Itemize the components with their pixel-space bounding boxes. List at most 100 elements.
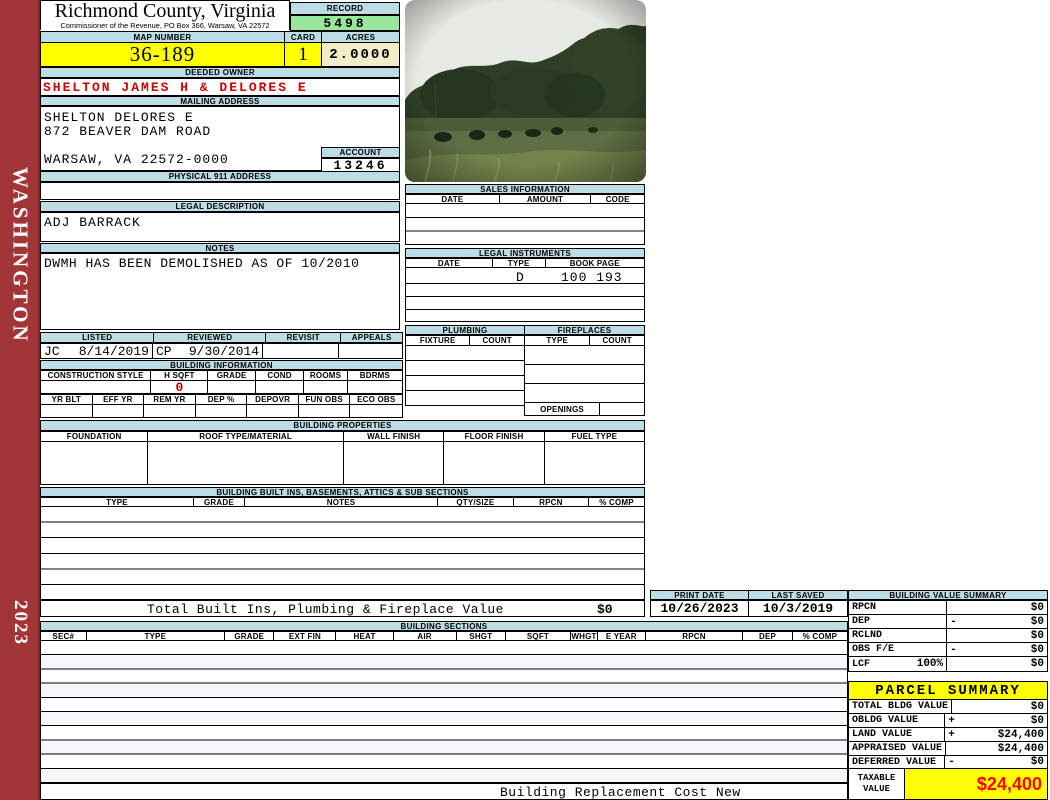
county-title: Richmond County, Virginia — [54, 0, 276, 22]
built-ins-total-row: Total Built Ins, Plumbing & Fireplace Va… — [40, 600, 645, 617]
notes-box: DWMH HAS BEEN DEMOLISHED AS OF 10/2010 — [40, 253, 400, 330]
legal-description-box: ADJ BARRACK — [40, 212, 400, 242]
parcel-row-obldg: OBLDG VALUE + $0 — [848, 713, 1048, 728]
legal-description-label: LEGAL DESCRIPTION — [40, 201, 400, 212]
notes-value: DWMH HAS BEEN DEMOLISHED AS OF 10/2010 — [44, 256, 360, 271]
yr-blt-value — [40, 404, 93, 418]
parcel-total-bldg-label: TOTAL BLDG VALUE — [852, 701, 949, 712]
property-photo — [405, 0, 646, 182]
building-info-values-1: 0 — [40, 380, 403, 395]
mailing-line-2: 872 BEAVER DAM ROAD — [44, 124, 212, 139]
taxable-value-row: TAXABLE VALUE $24,400 — [848, 768, 1048, 800]
deeded-owner-label: DEEDED OWNER — [40, 67, 400, 78]
building-properties-values — [40, 441, 646, 485]
notes-label: NOTES — [40, 243, 400, 253]
bvs-rpcn-label: RPCN — [852, 602, 877, 613]
reviewed-by: CP — [155, 343, 172, 359]
bvs-lcf-pct: 100% — [916, 658, 944, 670]
fun-obs-value — [297, 404, 351, 418]
rem-yr-value — [143, 404, 196, 418]
bvs-lcf-value: $0 — [1030, 658, 1044, 670]
map-number-value: 36-189 — [40, 42, 285, 67]
print-date-label: PRINT DATE — [650, 590, 749, 600]
mailing-address-label: MAILING ADDRESS — [40, 96, 400, 106]
listed-date: 8/14/2019 — [78, 343, 149, 359]
parcel-row-appraised: APPRAISED VALUE $24,400 — [848, 741, 1048, 756]
listed-cell: JC 8/14/2019 — [40, 343, 153, 359]
sidebar-county-text: WASHINGTON — [8, 166, 33, 344]
cond-value — [254, 380, 305, 394]
review-value-row: JC 8/14/2019 CP 9/30/2014 — [40, 343, 404, 359]
built-ins-empty-rows — [40, 506, 645, 600]
account-label: ACCOUNT — [321, 147, 400, 158]
taxable-value-label: TAXABLE VALUE — [849, 769, 905, 799]
reviewed-date: 9/30/2014 — [188, 343, 260, 359]
revisit-cell — [262, 343, 340, 359]
instruments-empty-rows — [405, 283, 645, 322]
plumbing-empty-rows — [405, 345, 525, 406]
parcel-row-land: LAND VALUE + $24,400 — [848, 727, 1048, 742]
parcel-appraised-label: APPRAISED VALUE — [852, 743, 943, 754]
fireplaces-empty-rows — [524, 345, 645, 403]
parcel-deferred-op: - — [948, 756, 955, 768]
parcel-deferred-label: DEFERRED VALUE — [852, 756, 937, 768]
property-record-card: { "sidebar": { "county": "WASHINGTON", "… — [0, 0, 1050, 800]
building-properties-title: BUILDING PROPERTIES — [40, 420, 645, 431]
parcel-row-deferred: DEFERRED VALUE - $0 — [848, 755, 1048, 769]
eff-yr-value — [91, 404, 145, 418]
sidebar-county-label: WASHINGTON — [0, 140, 40, 370]
physical-911-label: PHYSICAL 911 ADDRESS — [40, 171, 400, 182]
fuel-type-value — [543, 441, 646, 485]
bvs-obs-label: OBS F/E — [852, 644, 895, 655]
floor-finish-value — [443, 441, 545, 485]
instrument-row-1: D 100 193 — [405, 267, 645, 285]
mailing-line-1: SHELTON DELORES E — [44, 110, 194, 125]
rooms-value — [303, 380, 348, 394]
built-ins-total-value: $0 — [597, 602, 613, 617]
listed-label: LISTED — [40, 332, 155, 343]
depovr-value — [246, 404, 299, 418]
reviewed-label: REVIEWED — [153, 332, 267, 343]
parcel-obldg-value: $0 — [1030, 714, 1044, 727]
appeals-label: APPEALS — [340, 332, 403, 343]
building-information-title: BUILDING INFORMATION — [40, 360, 403, 370]
title-block: Richmond County, Virginia Commissioner o… — [40, 0, 290, 30]
print-date-value: 10/26/2023 — [650, 600, 749, 617]
bvs-dep-label: DEP — [852, 616, 871, 627]
sidebar-year-text: 2023 — [10, 600, 31, 646]
openings-value — [599, 402, 645, 416]
dep-pct-value — [194, 404, 248, 418]
bvs-row-rpcn: RPCN $0 — [848, 600, 1048, 615]
legal-description-value: ADJ BARRACK — [44, 215, 141, 230]
property-photo-image — [405, 0, 646, 182]
bvs-rclnd-label: RCLND — [852, 630, 883, 641]
reviewed-cell: CP 9/30/2014 — [151, 343, 264, 359]
bvs-obs-value: $0 — [1030, 643, 1044, 656]
parcel-land-label: LAND VALUE — [852, 729, 913, 740]
construction-style-value — [40, 380, 152, 394]
bvs-obs-op: - — [950, 643, 957, 656]
roof-type-value — [147, 441, 344, 485]
taxable-value-amount: $24,400 — [976, 773, 1042, 794]
bvs-rpcn-value: $0 — [1030, 601, 1044, 614]
parcel-total-bldg-value: $0 — [1030, 700, 1044, 713]
owner-name: SHELTON JAMES H & DELORES E — [43, 79, 308, 95]
last-saved-value: 10/3/2019 — [748, 600, 848, 617]
parcel-deferred-value: $0 — [1030, 756, 1044, 768]
footer-text: Building Replacement Cost New — [500, 785, 741, 800]
deeded-owner-value: SHELTON JAMES H & DELORES E — [40, 78, 400, 96]
building-info-values-2 — [40, 404, 404, 418]
openings-label: OPENINGS — [524, 402, 600, 416]
legal-instruments-title: LEGAL INSTRUMENTS — [405, 248, 645, 258]
fireplaces-title: FIREPLACES — [524, 325, 645, 335]
built-ins-title: BUILDING BUILT INS, BASEMENTS, ATTICS & … — [40, 487, 645, 497]
review-header-row: LISTED REVIEWED REVISIT APPEALS — [40, 332, 403, 343]
last-saved-label: LAST SAVED — [748, 590, 848, 600]
sales-empty-rows — [405, 203, 645, 245]
bvs-row-rclnd: RCLND $0 — [848, 628, 1048, 643]
card-value: 1 — [284, 42, 322, 67]
parcel-obldg-op: + — [948, 714, 955, 727]
bvs-lcf-label: LCF — [852, 658, 871, 670]
physical-911-box — [40, 182, 400, 200]
bdrms-value — [346, 380, 403, 394]
